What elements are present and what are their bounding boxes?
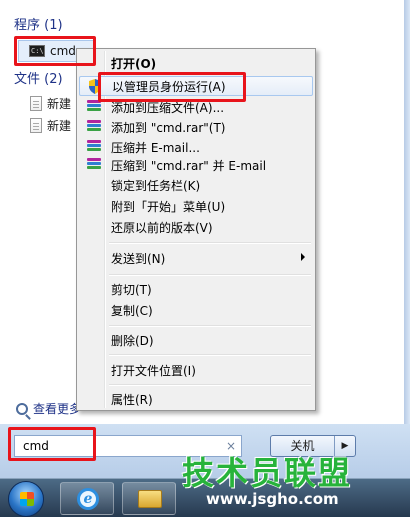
magnifier-icon <box>16 402 28 415</box>
uac-shield-icon <box>89 79 101 94</box>
winrar-icon <box>87 100 101 113</box>
menu-item-add-to-cmd-rar[interactable]: 添加到 "cmd.rar"(T) <box>79 117 313 137</box>
file-item-label: 新建 <box>47 118 72 133</box>
clear-search-icon[interactable]: × <box>226 439 236 453</box>
menu-separator <box>109 242 311 244</box>
start-menu-right-strip <box>404 0 410 478</box>
internet-explorer-icon: e <box>77 488 99 510</box>
menu-item-open-file-location[interactable]: 打开文件位置(I) <box>79 360 313 380</box>
menu-item-add-to-archive[interactable]: 添加到压缩文件(A)... <box>79 97 313 117</box>
file-item-label: 新建 <box>47 96 72 111</box>
search-input[interactable] <box>23 439 213 453</box>
file-item[interactable]: 新建 <box>30 93 71 113</box>
file-item[interactable]: 新建 <box>30 115 71 135</box>
menu-item-run-as-admin[interactable]: 以管理员身份运行(A) <box>79 76 313 96</box>
taskbar-internet-explorer[interactable]: e <box>60 482 114 515</box>
menu-item-delete[interactable]: 删除(D) <box>79 330 313 350</box>
context-menu: 打开(O) 以管理员身份运行(A) 添加到压缩文件(A)... 添加到 "cmd… <box>76 48 316 411</box>
taskbar-file-explorer[interactable] <box>122 482 176 515</box>
menu-item-copy[interactable]: 复制(C) <box>79 300 313 320</box>
shutdown-button-group[interactable]: 关机 ▶ <box>270 435 356 457</box>
winrar-icon <box>87 140 101 153</box>
menu-item-restore-previous-versions[interactable]: 还原以前的版本(V) <box>79 217 313 237</box>
menu-item-compress-and-email[interactable]: 压缩并 E-mail... <box>79 137 313 157</box>
menu-item-send-to[interactable]: 发送到(N) <box>79 248 313 268</box>
document-icon <box>30 95 42 111</box>
shutdown-button[interactable]: 关机 <box>271 436 335 456</box>
see-more-label: 查看更多 <box>33 402 82 416</box>
document-icon <box>30 117 42 133</box>
console-icon: C:\ <box>29 45 45 57</box>
menu-item-pin-to-start-menu[interactable]: 附到「开始」菜单(U) <box>79 196 313 216</box>
see-more-results-link[interactable]: 查看更多 <box>16 400 81 417</box>
folder-icon <box>138 490 162 508</box>
menu-separator <box>109 354 311 356</box>
menu-separator <box>109 274 311 276</box>
menu-separator <box>109 384 311 386</box>
programs-group-header: 程序 (1) <box>14 18 63 33</box>
menu-item-cut[interactable]: 剪切(T) <box>79 279 313 299</box>
search-box[interactable]: × <box>14 435 242 457</box>
menu-item-compress-to-cmd-rar-and-email[interactable]: 压缩到 "cmd.rar" 并 E-mail <box>79 155 313 175</box>
shutdown-options-arrow-icon[interactable]: ▶ <box>335 436 355 456</box>
menu-item-pin-to-taskbar[interactable]: 锁定到任务栏(K) <box>79 175 313 195</box>
menu-item-open[interactable]: 打开(O) <box>79 53 313 73</box>
menu-item-properties[interactable]: 属性(R) <box>79 389 313 409</box>
menu-separator <box>109 325 311 327</box>
submenu-arrow-icon <box>301 253 305 261</box>
winrar-icon <box>87 120 101 133</box>
start-orb-windows-icon[interactable] <box>8 481 44 517</box>
program-item-label: cmd <box>50 44 76 58</box>
winrar-icon <box>87 158 101 171</box>
files-group-header: 文件 (2) <box>14 72 63 87</box>
